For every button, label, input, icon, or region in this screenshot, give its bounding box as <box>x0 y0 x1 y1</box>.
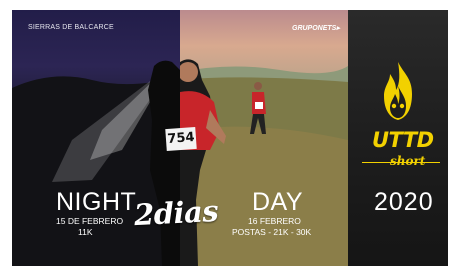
sponsor-logo: GRUPONETS▸ <box>292 24 340 32</box>
flame-icon <box>384 62 412 120</box>
second-runner-bib <box>255 102 263 109</box>
night-distance: 11K <box>78 227 93 237</box>
sponsor-chevron-icon: ▸ <box>336 25 340 32</box>
runner-bib: 754 <box>165 126 197 152</box>
event-poster: 754 SIERRAS DE BALCARCE GRUPONETS▸ NIGHT… <box>12 10 448 266</box>
day-distances: POSTAS - 21K - 30K <box>232 227 312 237</box>
location-label: SIERRAS DE BALCARCE <box>28 24 114 31</box>
logo-underline <box>362 162 440 163</box>
runner-bib-number: 754 <box>166 130 196 147</box>
two-days-label: 2dias <box>133 193 219 233</box>
night-title: NIGHT <box>56 188 137 216</box>
uttd-logo-text: UTTD <box>372 128 434 152</box>
sponsor-name: GRUPONETS <box>292 25 337 32</box>
short-logo-text: short <box>390 154 426 168</box>
night-date: 15 DE FEBRERO <box>56 216 124 226</box>
day-date: 16 FEBRERO <box>248 216 301 226</box>
day-title: DAY <box>252 188 304 216</box>
second-runner-head <box>254 82 262 90</box>
event-year: 2020 <box>374 188 434 216</box>
